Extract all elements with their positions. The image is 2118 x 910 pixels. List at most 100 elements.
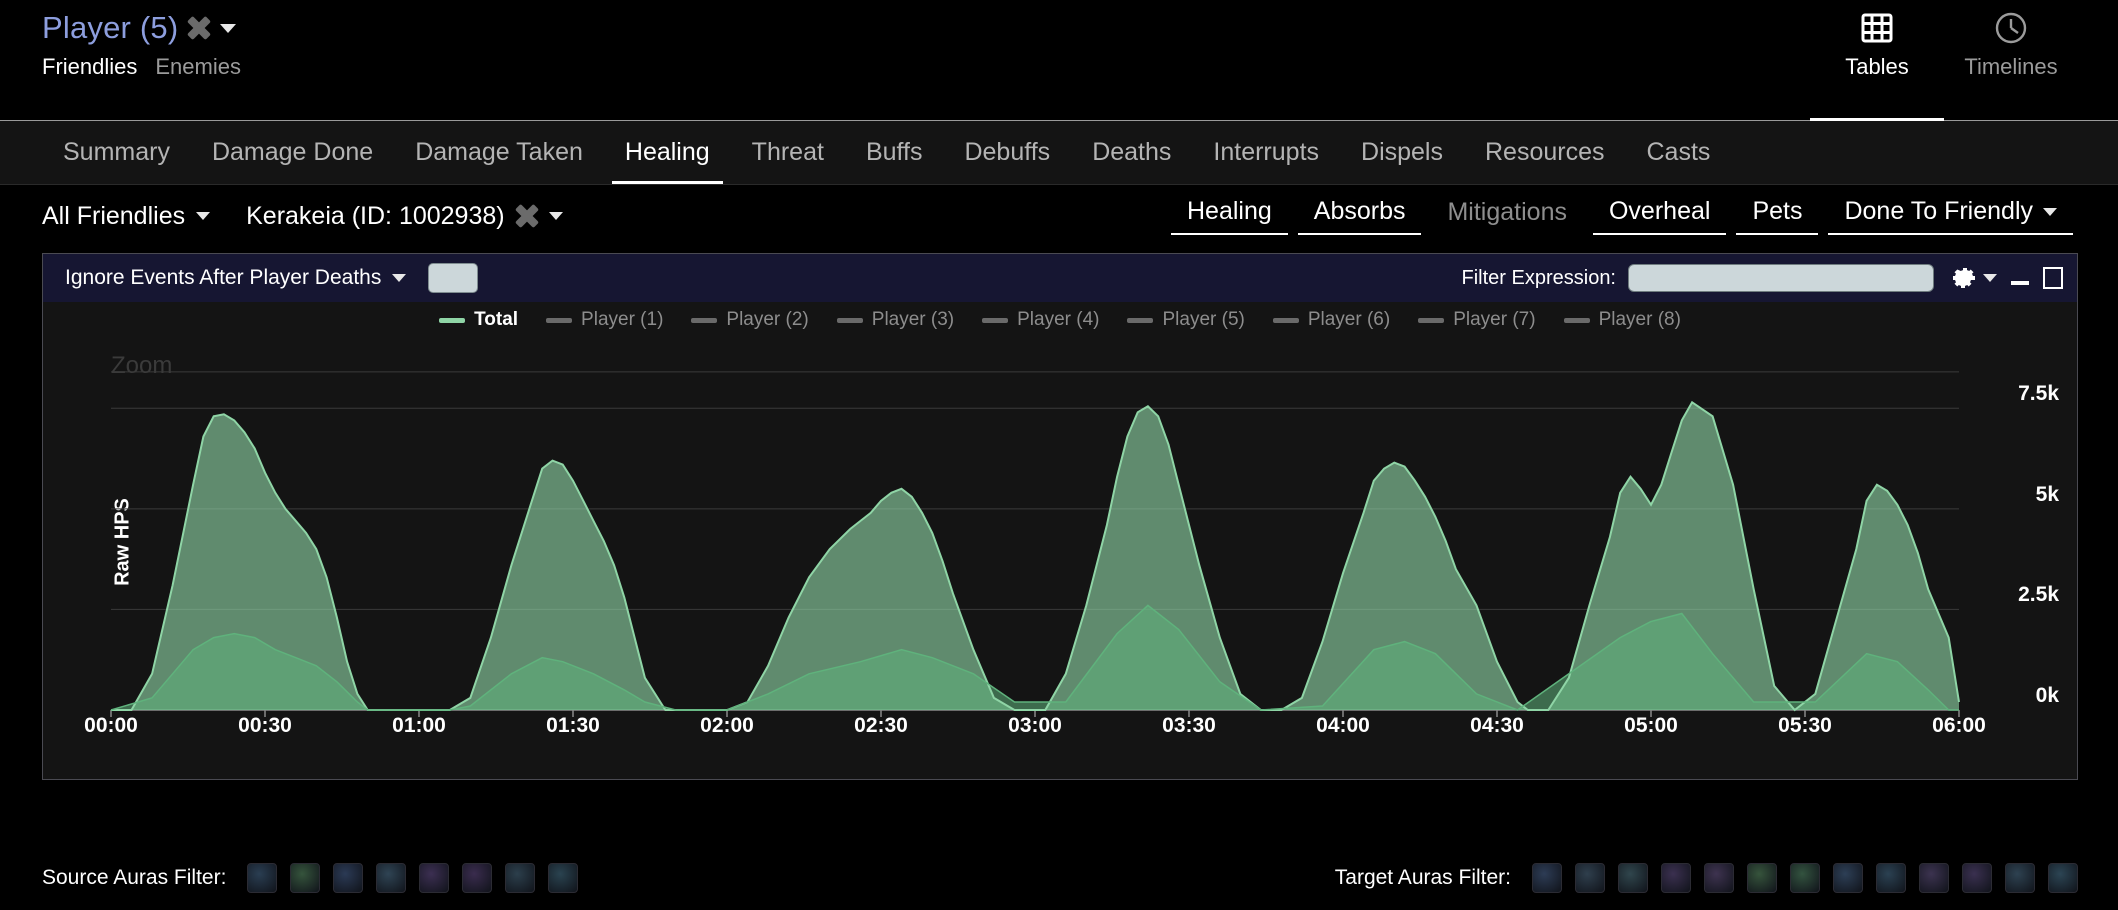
- aura-icon-2[interactable]: [1575, 863, 1605, 893]
- nav-tab-debuffs[interactable]: Debuffs: [943, 121, 1071, 184]
- faction-toggle: Friendlies Enemies: [42, 54, 241, 80]
- color-swatch-button[interactable]: [428, 263, 479, 293]
- aura-icon-13[interactable]: [2048, 863, 2078, 893]
- legend-label: Player (6): [1307, 309, 1391, 330]
- view-mode-tables[interactable]: Tables: [1810, 0, 1944, 121]
- aura-icon-1[interactable]: [1532, 863, 1562, 893]
- subtab-pets[interactable]: Pets: [1736, 197, 1819, 235]
- filter-bar: All Friendlies Kerakeia (ID: 1002938) He…: [0, 185, 2118, 247]
- chevron-down-icon[interactable]: [220, 23, 237, 33]
- aura-icon-7[interactable]: [505, 863, 536, 893]
- subtab-overheal[interactable]: Overheal: [1592, 197, 1727, 235]
- aura-icon-6[interactable]: [462, 863, 493, 893]
- settings-menu[interactable]: [1952, 265, 1997, 291]
- player-selector-block: Player (5) Friendlies Enemies: [42, 8, 241, 80]
- maximize-icon[interactable]: [2043, 267, 2063, 289]
- nav-tab-buffs[interactable]: Buffs: [845, 121, 944, 184]
- filter-expression-input[interactable]: [1628, 264, 1934, 292]
- aura-icon-3[interactable]: [333, 863, 364, 893]
- minimize-icon[interactable]: [2009, 267, 2031, 289]
- legend-item-player-2[interactable]: Player (2): [691, 309, 809, 331]
- aura-icon-7[interactable]: [1790, 863, 1820, 893]
- x-tick: 03:00: [1008, 714, 1062, 737]
- player-selector[interactable]: Player (5): [42, 8, 241, 48]
- faction-tab-enemies[interactable]: Enemies: [155, 54, 241, 80]
- aura-icon-10[interactable]: [1919, 863, 1949, 893]
- legend-label: Player (8): [1598, 309, 1681, 330]
- chart-panel: Ignore Events After Player Deaths Filter…: [42, 253, 2078, 780]
- aura-icon-4[interactable]: [376, 863, 407, 893]
- aura-icon-3[interactable]: [1618, 863, 1648, 893]
- aura-icon-11[interactable]: [1962, 863, 1992, 893]
- y-tick: 7.5k: [2018, 382, 2059, 406]
- legend-item-total[interactable]: Total: [439, 309, 518, 331]
- chevron-down-icon: [548, 212, 563, 220]
- aura-icon-6[interactable]: [1747, 863, 1777, 893]
- nav-tab-resources[interactable]: Resources: [1464, 121, 1626, 184]
- legend-item-player-1[interactable]: Player (1): [546, 309, 663, 331]
- aura-icon-2[interactable]: [290, 863, 321, 893]
- nav-tab-threat[interactable]: Threat: [731, 121, 845, 184]
- nav-tab-dispels[interactable]: Dispels: [1340, 121, 1464, 184]
- aura-icon-5[interactable]: [419, 863, 450, 893]
- aura-icon-8[interactable]: [548, 863, 579, 893]
- legend-swatch: [439, 317, 466, 323]
- x-badge-icon[interactable]: [516, 205, 538, 227]
- filter-expression-label: Filter Expression:: [1461, 266, 1617, 289]
- nav-tab-healing[interactable]: Healing: [604, 121, 731, 184]
- y-tick: 5k: [2035, 482, 2059, 506]
- x-tick: 04:00: [1316, 714, 1370, 737]
- legend-item-player-5[interactable]: Player (5): [1127, 309, 1245, 331]
- nav-tab-casts[interactable]: Casts: [1626, 121, 1732, 184]
- legend-swatch: [691, 317, 718, 323]
- legend-swatch: [546, 317, 573, 323]
- subtab-done-to-friendly[interactable]: Done To Friendly: [1828, 197, 2073, 235]
- source-auras-filter: Source Auras Filter:: [42, 863, 579, 893]
- friendlies-dropdown[interactable]: All Friendlies: [42, 202, 211, 231]
- nav-tab-damage-done[interactable]: Damage Done: [191, 121, 394, 184]
- legend-swatch: [1127, 317, 1154, 323]
- aura-icon-4[interactable]: [1661, 863, 1691, 893]
- x-tick: 01:00: [392, 714, 446, 737]
- legend-item-player-7[interactable]: Player (7): [1418, 309, 1536, 331]
- legend-item-player-4[interactable]: Player (4): [982, 309, 1099, 331]
- x-badge-icon[interactable]: [188, 17, 210, 39]
- x-tick: 04:30: [1470, 714, 1524, 737]
- aura-icon-8[interactable]: [1833, 863, 1863, 893]
- x-tick: 06:00: [1932, 714, 1986, 737]
- legend-label: Player (7): [1453, 309, 1536, 330]
- x-tick: 00:30: [238, 714, 292, 737]
- aura-icon-9[interactable]: [1876, 863, 1906, 893]
- y-tick: 0k: [2035, 684, 2059, 707]
- x-tick: 02:30: [854, 714, 908, 737]
- hps-area-chart: [110, 371, 1960, 717]
- target-auras-label: Target Auras Filter:: [1334, 866, 1511, 889]
- aura-icon-5[interactable]: [1704, 863, 1734, 893]
- healing-subtabs: Healing Absorbs Mitigations Overheal Pet…: [1166, 197, 2078, 235]
- nav-tab-deaths[interactable]: Deaths: [1071, 121, 1192, 184]
- nav-tab-summary[interactable]: Summary: [42, 121, 191, 184]
- chevron-down-icon: [196, 212, 211, 220]
- faction-tab-friendlies[interactable]: Friendlies: [42, 54, 137, 80]
- player-name[interactable]: Player (5): [42, 10, 178, 46]
- top-header: Player (5) Friendlies Enemies Tables Tim…: [0, 0, 2118, 121]
- chart-panel-header: Ignore Events After Player Deaths Filter…: [43, 254, 2077, 302]
- legend-label: Player (2): [726, 309, 809, 330]
- chart-plot-area[interactable]: Zoom Raw HPS 0k 2.5k 5k 7.5k 00:00 00:30 01:0…: [43, 338, 2077, 746]
- legend-item-player-8[interactable]: Player (8): [1563, 309, 1681, 331]
- nav-tab-damage-taken[interactable]: Damage Taken: [394, 121, 604, 184]
- actor-dropdown[interactable]: Kerakeia (ID: 1002938): [246, 202, 563, 231]
- chart-legend: Total Player (1) Player (2) Player (3) P…: [43, 302, 2077, 338]
- nav-tab-interrupts[interactable]: Interrupts: [1192, 121, 1340, 184]
- aura-icon-12[interactable]: [2005, 863, 2035, 893]
- subtab-healing[interactable]: Healing: [1170, 197, 1288, 235]
- legend-item-player-3[interactable]: Player (3): [836, 309, 954, 331]
- legend-item-player-6[interactable]: Player (6): [1272, 309, 1391, 331]
- subtab-absorbs[interactable]: Absorbs: [1297, 197, 1422, 235]
- view-mode-timelines[interactable]: Timelines: [1944, 0, 2078, 121]
- aura-icon-1[interactable]: [247, 863, 278, 893]
- subtab-mitigations[interactable]: Mitigations: [1431, 198, 1583, 234]
- ignore-events-dropdown[interactable]: Ignore Events After Player Deaths: [65, 266, 407, 290]
- chevron-down-icon: [2043, 207, 2057, 216]
- legend-swatch: [982, 317, 1009, 323]
